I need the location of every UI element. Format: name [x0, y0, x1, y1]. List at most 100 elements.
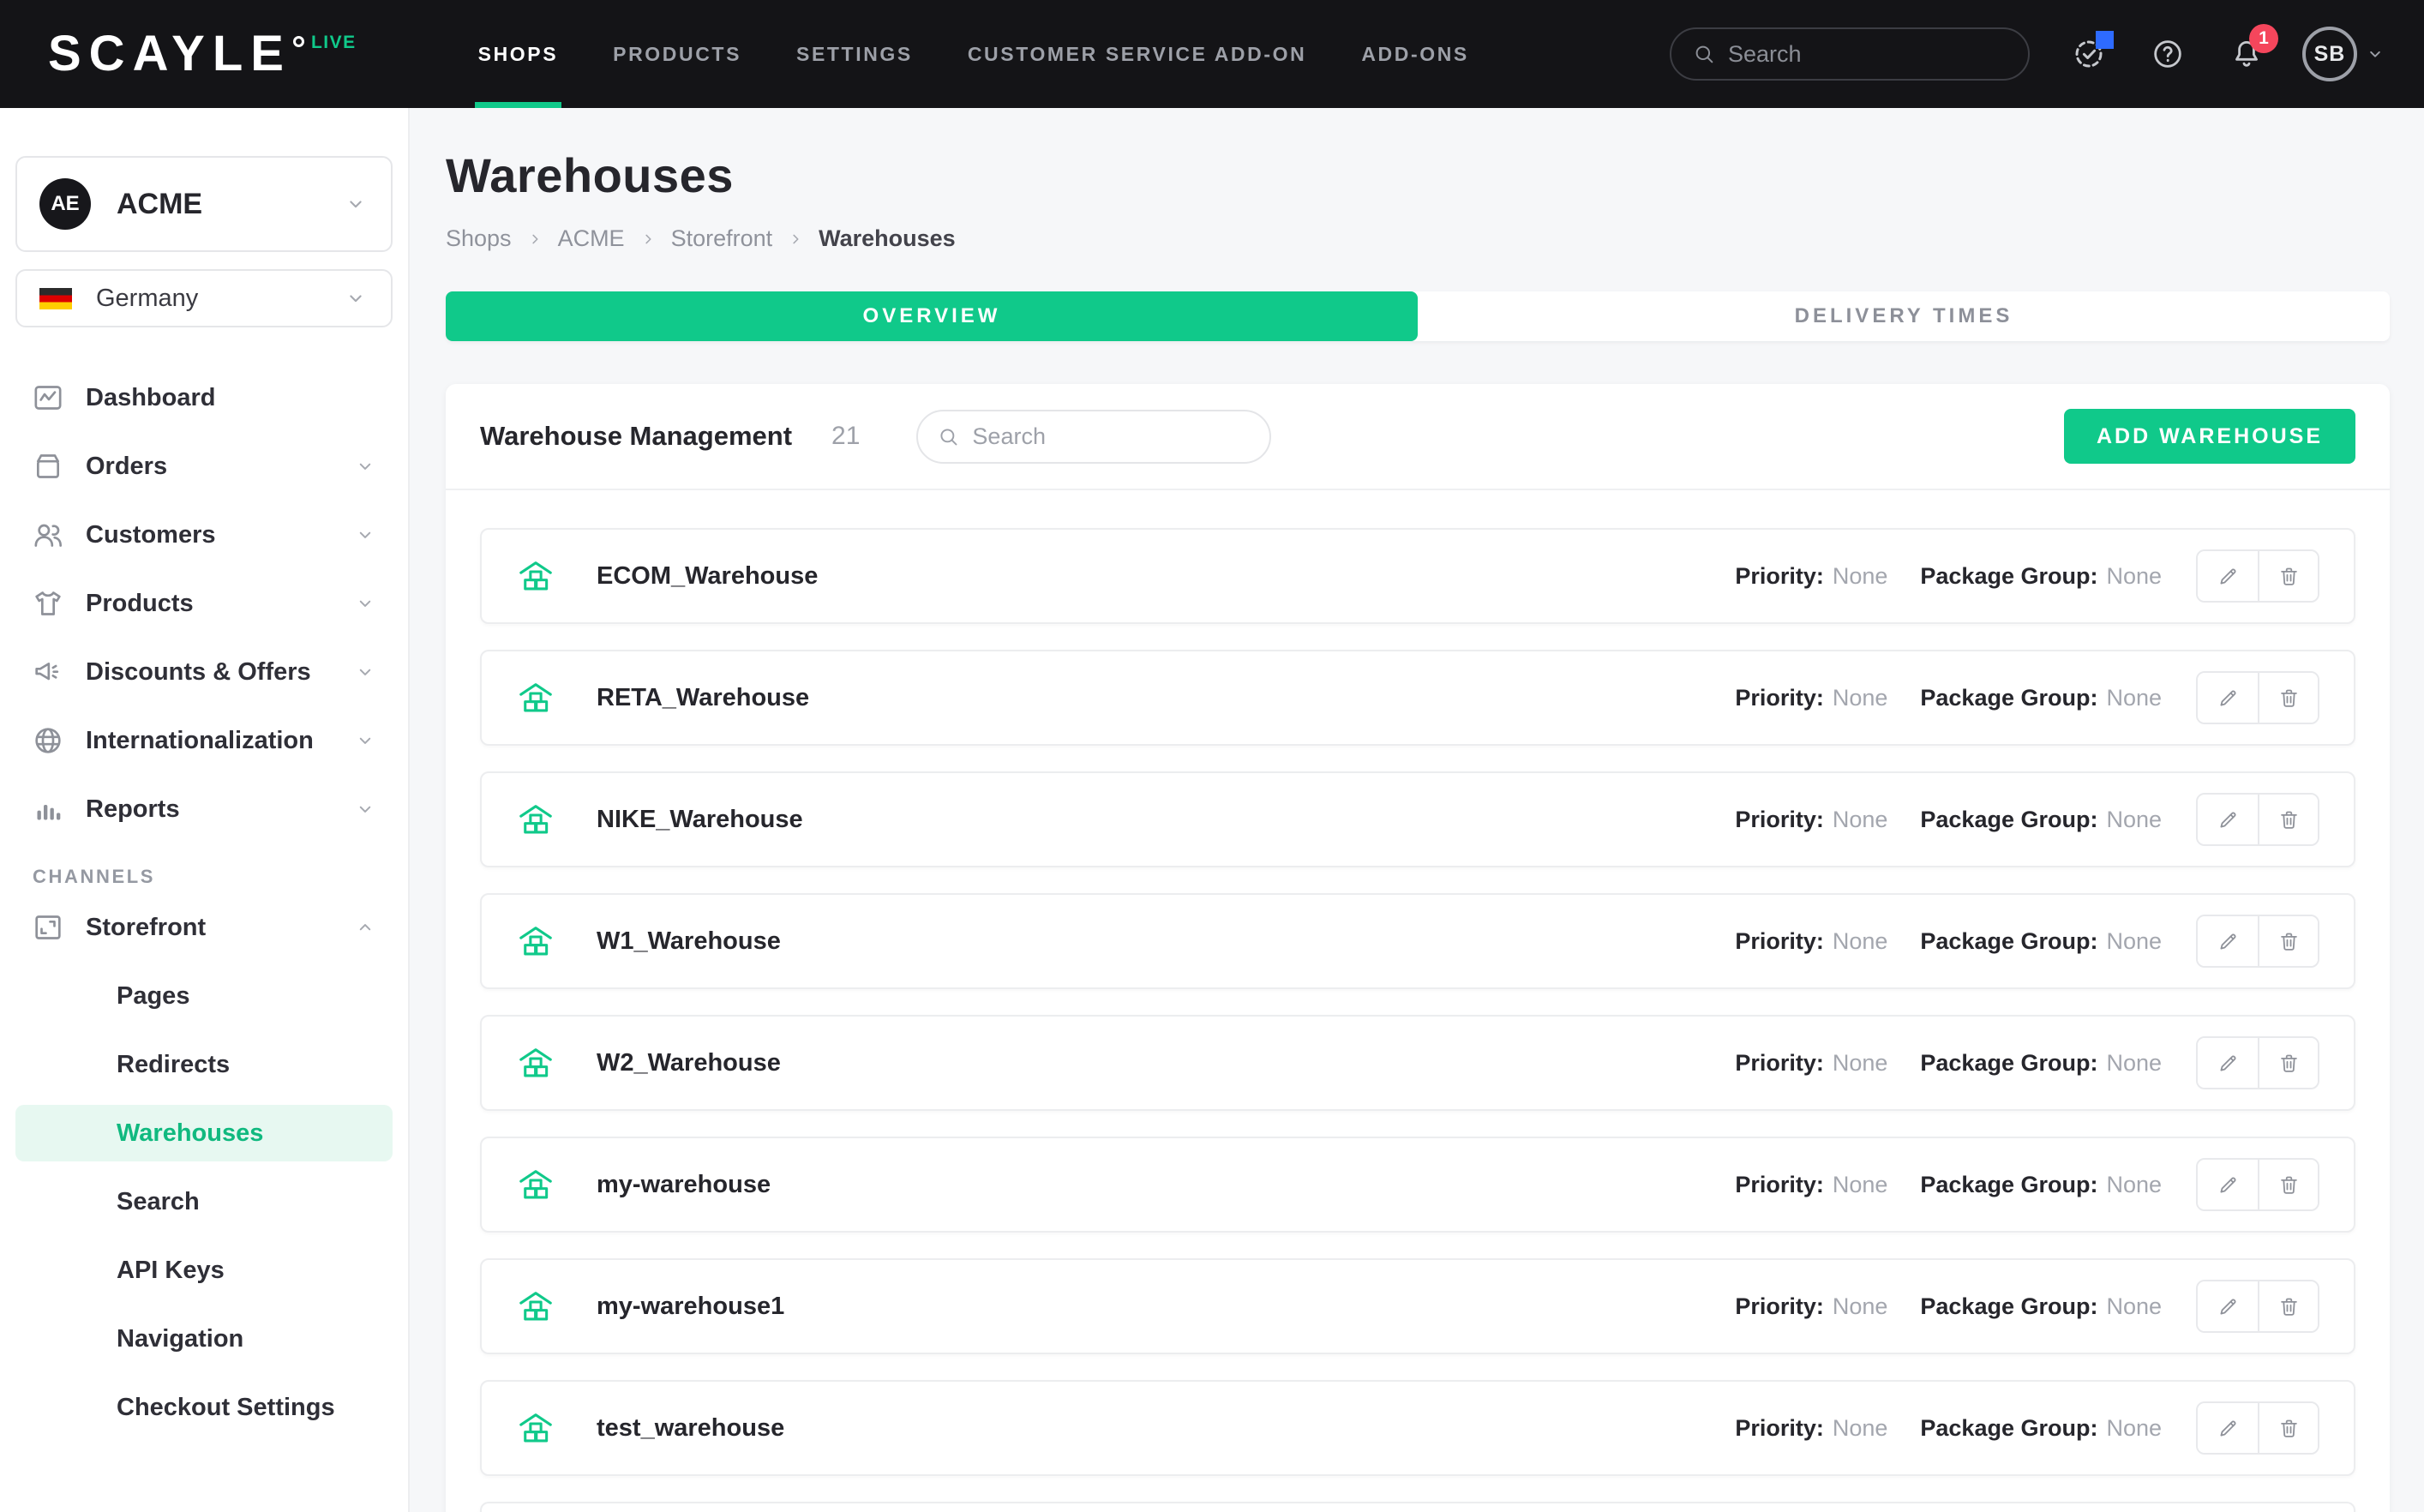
panel-header: Warehouse Management 21 ADD WAREHOUSE: [446, 384, 2390, 489]
status-check-button[interactable]: [2069, 34, 2109, 74]
row-actions: [2196, 915, 2319, 968]
warehouse-row-test-warehouse[interactable]: test_warehouse Priority:None Package Gro…: [480, 1380, 2355, 1476]
pencil-icon: [2217, 1295, 2240, 1318]
trash-icon: [2277, 1052, 2301, 1075]
sidebar-item-internationalization[interactable]: Internationalization: [0, 706, 408, 775]
shop-selector[interactable]: AE ACME: [15, 156, 393, 252]
nav-item-label: PRODUCTS: [613, 43, 741, 66]
delete-warehouse-button[interactable]: [2258, 916, 2318, 966]
warehouse-name: W1_Warehouse: [597, 927, 781, 956]
tab-overview[interactable]: OVERVIEW: [446, 291, 1418, 341]
delete-warehouse-button[interactable]: [2258, 1403, 2318, 1453]
sidebar-item-label: Discounts & Offers: [86, 658, 311, 687]
warehouse-icon: [516, 1408, 555, 1448]
main-nav: SHOPS PRODUCTS SETTINGS CUSTOMER SERVICE AD…: [451, 0, 1497, 108]
sidebar-subitem-redirects[interactable]: Redirects: [0, 1030, 408, 1099]
nav-item-customer-service-add-on[interactable]: CUSTOMER SERVICE ADD-ON: [940, 0, 1334, 108]
country-name: Germany: [96, 285, 198, 313]
pencil-icon: [2217, 1417, 2240, 1440]
edit-warehouse-button[interactable]: [2198, 1160, 2258, 1209]
priority-meta: Priority:None: [1735, 1050, 1887, 1077]
package-group-meta: Package Group:None: [1920, 685, 2162, 711]
row-actions: [2196, 1158, 2319, 1211]
sidebar-item-storefront[interactable]: Storefront: [0, 893, 408, 962]
warehouse-row-ecom-warehouse[interactable]: ECOM_Warehouse Priority:None Package Gro…: [480, 528, 2355, 624]
breadcrumb-item-shops[interactable]: Shops: [446, 225, 512, 252]
chevron-right-icon: [639, 230, 657, 249]
sidebar-subitem-navigation[interactable]: Navigation: [0, 1305, 408, 1373]
priority-meta: Priority:None: [1735, 1172, 1887, 1198]
breadcrumb-item-warehouses: Warehouses: [819, 225, 956, 252]
warehouse-row-my-warehouse1[interactable]: my-warehouse1 Priority:None Package Grou…: [480, 1258, 2355, 1354]
sidebar-item-orders[interactable]: Orders: [0, 432, 408, 501]
sidebar-subitem-warehouses[interactable]: Warehouses: [15, 1105, 393, 1161]
sidebar-item-discounts-offers[interactable]: Discounts & Offers: [0, 638, 408, 706]
delete-warehouse-button[interactable]: [2258, 795, 2318, 844]
edit-warehouse-button[interactable]: [2198, 1403, 2258, 1453]
warehouse-icon: [516, 678, 555, 717]
sidebar-subitem-checkout-settings[interactable]: Checkout Settings: [0, 1373, 408, 1442]
notifications-button[interactable]: 1: [2227, 34, 2266, 74]
sidebar-subitem-search[interactable]: Search: [0, 1167, 408, 1236]
search-icon: [937, 425, 960, 448]
pencil-icon: [2217, 930, 2240, 953]
warehouse-count: 21: [831, 422, 860, 451]
trash-icon: [2277, 1417, 2301, 1440]
sidebar-subitem-api-keys[interactable]: API Keys: [0, 1236, 408, 1305]
sidebar-subitem-pages[interactable]: Pages: [0, 962, 408, 1030]
breadcrumb-item-storefront[interactable]: Storefront: [671, 225, 773, 252]
warehouse-row-reta-warehouse[interactable]: RETA_Warehouse Priority:None Package Gro…: [480, 650, 2355, 746]
account-menu[interactable]: SB: [2302, 27, 2386, 81]
delete-warehouse-button[interactable]: [2258, 551, 2318, 601]
delete-warehouse-button[interactable]: [2258, 1281, 2318, 1331]
edit-warehouse-button[interactable]: [2198, 795, 2258, 844]
search-icon: [1692, 42, 1716, 66]
delete-warehouse-button[interactable]: [2258, 1038, 2318, 1088]
nav-item-label: CUSTOMER SERVICE ADD-ON: [968, 43, 1306, 66]
sidebar-item-label: Orders: [86, 453, 167, 481]
warehouse-row-w2-warehouse[interactable]: W2_Warehouse Priority:None Package Group…: [480, 1015, 2355, 1111]
tab-delivery-times[interactable]: DELIVERY TIMES: [1418, 291, 2390, 341]
edit-warehouse-button[interactable]: [2198, 1038, 2258, 1088]
nav-item-settings[interactable]: SETTINGS: [769, 0, 940, 108]
pencil-icon: [2217, 1173, 2240, 1197]
global-search-input[interactable]: [1728, 41, 2007, 68]
delete-warehouse-button[interactable]: [2258, 673, 2318, 723]
edit-warehouse-button[interactable]: [2198, 551, 2258, 601]
sidebar-item-products[interactable]: Products: [0, 569, 408, 638]
edit-warehouse-button[interactable]: [2198, 916, 2258, 966]
priority-meta: Priority:None: [1735, 1293, 1887, 1320]
trash-icon: [2277, 930, 2301, 953]
germany-flag-icon: [39, 288, 72, 309]
sidebar-item-dashboard[interactable]: Dashboard: [0, 363, 408, 432]
sidebar-item-customers[interactable]: Customers: [0, 501, 408, 569]
nav-item-label: SETTINGS: [796, 43, 913, 66]
chevron-down-icon: [353, 454, 377, 478]
sidebar-item-label: Internationalization: [86, 727, 314, 755]
edit-warehouse-button[interactable]: [2198, 673, 2258, 723]
country-selector[interactable]: Germany: [15, 269, 393, 327]
edit-warehouse-button[interactable]: [2198, 1281, 2258, 1331]
warehouse-panel: Warehouse Management 21 ADD WAREHOUSE EC…: [446, 384, 2390, 1512]
row-actions: [2196, 1401, 2319, 1455]
add-warehouse-button[interactable]: ADD WAREHOUSE: [2064, 409, 2355, 464]
warehouse-row-nike-warehouse[interactable]: NIKE_Warehouse Priority:None Package Gro…: [480, 771, 2355, 867]
delete-warehouse-button[interactable]: [2258, 1160, 2318, 1209]
warehouse-row-w1-warehouse[interactable]: W1_Warehouse Priority:None Package Group…: [480, 893, 2355, 989]
breadcrumb-item-acme[interactable]: ACME: [558, 225, 625, 252]
warehouse-row-my-warehouse[interactable]: my-warehouse Priority:None Package Group…: [480, 1137, 2355, 1233]
help-button[interactable]: [2148, 34, 2187, 74]
chevron-down-icon: [353, 660, 377, 684]
package-group-meta: Package Group:None: [1920, 1172, 2162, 1198]
warehouse-search-input[interactable]: [972, 423, 1251, 450]
scayle-logo[interactable]: SCAYLE LIVE: [48, 0, 357, 108]
chevron-up-icon: [353, 915, 377, 939]
sidebar-item-label: Dashboard: [86, 384, 215, 412]
nav-item-shops[interactable]: SHOPS: [451, 0, 586, 108]
warehouse-list: ECOM_Warehouse Priority:None Package Gro…: [446, 490, 2390, 1512]
nav-item-add-ons[interactable]: ADD-ONS: [1334, 0, 1497, 108]
sidebar-item-reports[interactable]: Reports: [0, 775, 408, 843]
trash-icon: [2277, 808, 2301, 831]
trash-icon: [2277, 1295, 2301, 1318]
nav-item-products[interactable]: PRODUCTS: [585, 0, 769, 108]
